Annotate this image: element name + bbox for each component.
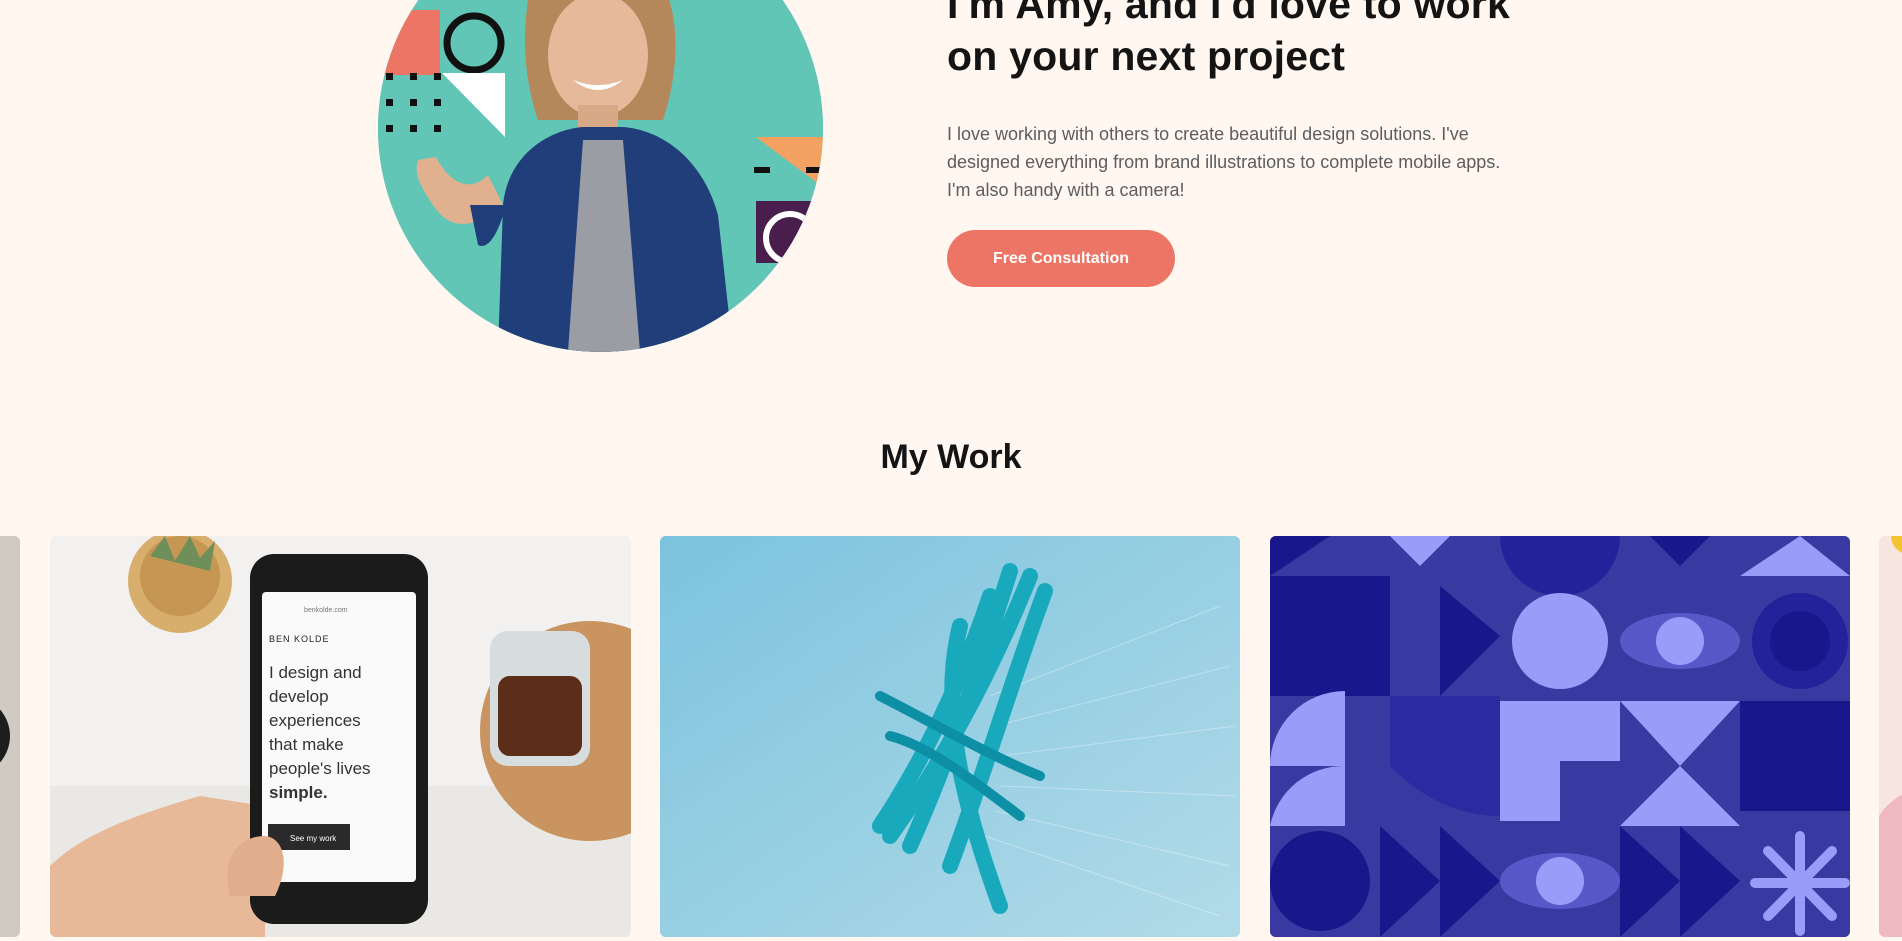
hero-heading: I'm Amy, and I'd love to work on your ne… [947, 0, 1527, 82]
work-card-pattern[interactable] [1270, 536, 1850, 937]
work-card-phone[interactable]: BEN KOLDE benkolde.com I design and deve… [50, 536, 631, 937]
work-card-partial-right[interactable] [1879, 536, 1902, 937]
hero-description: I love working with others to create bea… [947, 124, 1501, 200]
phone-line-1: I design and [269, 663, 362, 682]
hero-heading-line1: I'm Amy, and I'd love to work [947, 0, 1510, 27]
my-work-title: My Work [880, 438, 1022, 476]
phone-brand-text: BEN KOLDE [269, 634, 330, 644]
phone-line-2: develop [269, 687, 329, 706]
page: I'm Amy, and I'd love to work on your ne… [0, 0, 1902, 941]
salmon-block-shape [378, 10, 440, 75]
phone-line-5: people's lives [269, 759, 371, 778]
portrait-illustration [378, 0, 823, 352]
phone-line-4: that make [269, 735, 344, 754]
ribbons-image [660, 536, 1240, 937]
hero-heading-line2: on your next project [947, 33, 1346, 79]
phone-line-3: experiences [269, 711, 361, 730]
phone-line-bold: simple. [269, 783, 328, 802]
phone-image: BEN KOLDE benkolde.com I design and deve… [50, 536, 631, 937]
work-gallery: BEN KOLDE benkolde.com I design and deve… [0, 536, 1902, 937]
hero-portrait [378, 0, 823, 352]
phone-url-text: benkolde.com [304, 607, 348, 614]
work-card-ribbons[interactable] [660, 536, 1240, 937]
pattern-image [1270, 536, 1850, 937]
work-card-partial-left[interactable] [0, 536, 20, 937]
hero-text-block: I'm Amy, and I'd love to work on your ne… [947, 0, 1527, 287]
partial-right-image [1879, 536, 1902, 937]
partial-left-image [0, 536, 20, 937]
phone-button-text: See my work [290, 834, 337, 843]
free-consultation-button[interactable]: Free Consultation [947, 230, 1175, 287]
